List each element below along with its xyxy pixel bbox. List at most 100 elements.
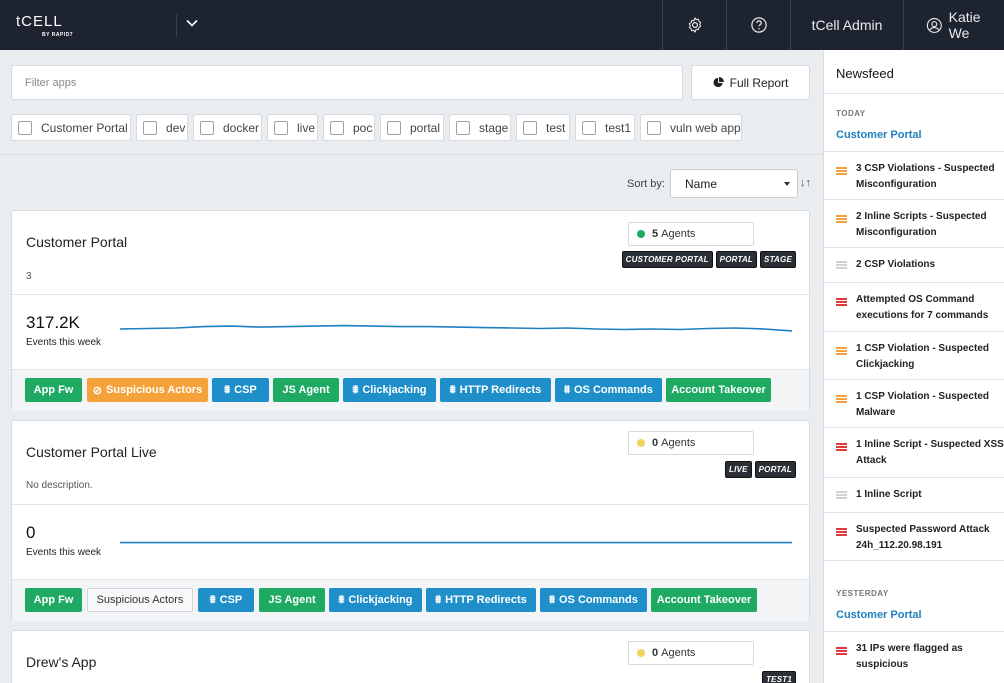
newsfeed-item[interactable]: 1 Inline Script - Suspected XSS Attack [824,427,1004,477]
newsfeed-app-link[interactable]: Customer Portal [836,609,922,621]
newsfeed-item[interactable]: Suspected Password Attack 24h_112.20.98.… [824,512,1004,560]
filter-apps-input[interactable]: Filter apps [11,65,683,100]
pulse-icon: ⩩ [549,593,555,606]
feature-clickjacking[interactable]: ⩩ Clickjacking [343,378,436,402]
feature-label: CSP [234,384,257,396]
checkbox[interactable] [18,120,32,135]
feature-js-agent[interactable]: JS Agent [259,588,325,612]
chip-test[interactable]: test [516,114,570,141]
app-tags: CUSTOMER PORTAL PORTAL STAGE [621,251,796,268]
checkbox[interactable] [143,120,157,135]
newsfeed-item[interactable]: 3 CSP Violations - Suspected Misconfigur… [824,151,1004,199]
app-card-customer-portal-live: Customer Portal Live No description. 0 A… [11,420,810,621]
feature-clickjacking[interactable]: ⩩ Clickjacking [329,588,422,612]
feature-csp[interactable]: ⩩ CSP [198,588,254,612]
newsfeed-item-text: Attempted OS Command executions for 7 co… [856,294,989,321]
feature-label: JS Agent [268,594,316,606]
tag-badge: STAGE [760,251,796,268]
sort-order-icon[interactable]: ↓↑ [800,177,811,189]
checkbox[interactable] [647,120,661,135]
account-menu[interactable]: tCell Admin [790,0,903,50]
chip-stage[interactable]: stage [449,114,511,141]
feature-http-redirects[interactable]: ⩩ HTTP Redirects [426,588,536,612]
app-name[interactable]: Customer Portal Live [26,444,157,460]
newsfeed-item-text: 2 CSP Violations [856,259,936,270]
feature-csp[interactable]: ⩩ CSP [212,378,269,402]
account-label: tCell Admin [811,17,883,33]
help-circle-icon [750,17,767,33]
feature-os-commands[interactable]: ⩩ OS Commands [540,588,647,612]
agents-label: Agents [661,647,696,659]
tcell-logo[interactable]: tCELL BY RAPID7 [16,14,76,40]
chip-live[interactable]: live [267,114,318,141]
app-name[interactable]: Drew's App [26,654,96,670]
checkbox[interactable] [387,120,401,135]
checkbox[interactable] [330,120,344,135]
checkbox[interactable] [582,120,596,135]
newsfeed-panel: Newsfeed TODAY Customer Portal 3 CSP Vio… [823,50,1004,683]
feature-account-takeover[interactable]: Account Takeover [651,588,757,612]
newsfeed-item-text: 3 CSP Violations - Suspected Misconfigur… [856,163,995,190]
checkbox[interactable] [456,120,470,135]
feature-http-redirects[interactable]: ⩩ HTTP Redirects [440,378,551,402]
user-circle-icon [926,17,942,33]
chip-label: poc [353,120,373,135]
feature-suspicious-actors[interactable]: Suspicious Actors [87,588,193,612]
newsfeed-app-link[interactable]: Customer Portal [836,129,922,141]
newsfeed-item[interactable]: 1 CSP Violation - Suspected Malware [824,379,1004,427]
severity-high-icon [836,298,847,306]
feature-bar: App Fw ⊘ Suspicious Actors ⩩ CSP JS Agent … [12,369,809,411]
newsfeed-item[interactable]: 2 Inline Scripts - Suspected Misconfigur… [824,199,1004,247]
app-description: No description. [26,480,93,491]
pulse-icon: ⩩ [564,383,570,396]
checkbox[interactable] [523,120,537,135]
newsfeed-item[interactable]: 2 CSP Violations [824,247,1004,282]
agents-badge[interactable]: 0 Agents [628,431,754,455]
feature-suspicious-actors[interactable]: ⊘ Suspicious Actors [87,378,208,402]
feature-account-takeover[interactable]: Account Takeover [666,378,771,402]
full-report-button[interactable]: Full Report [691,65,810,100]
severity-low-icon [836,491,847,499]
severity-medium-icon [836,215,847,223]
pulse-icon: ⩩ [449,383,456,396]
newsfeed-item-text: 2 Inline Scripts - Suspected Misconfigur… [856,211,987,238]
feature-app-fw[interactable]: App Fw [25,378,82,402]
feature-label: HTTP Redirects [445,594,527,606]
feature-label: Suspicious Actors [106,384,203,396]
help-button[interactable] [726,0,790,50]
app-switcher-dropdown[interactable] [176,14,206,36]
chip-label: live [297,120,316,135]
chip-portal[interactable]: portal [380,114,444,141]
agents-badge[interactable]: 0 Agents [628,641,754,665]
chip-poc[interactable]: poc [323,114,375,141]
newsfeed-item[interactable]: 31 IPs were flagged as suspicious [824,631,1004,681]
feature-os-commands[interactable]: ⩩ OS Commands [555,378,662,402]
chip-docker[interactable]: docker [193,114,262,141]
chip-label: vuln web app [670,120,741,135]
newsfeed-item[interactable]: Attempted OS Command executions for 7 co… [824,282,1004,331]
chip-label: dev [166,120,186,135]
feature-app-fw[interactable]: App Fw [25,588,82,612]
settings-button[interactable] [662,0,726,50]
severity-high-icon [836,528,847,536]
severity-medium-icon [836,347,847,355]
newsfeed-item[interactable]: 1 CSP Violation - Suspected Clickjacking [824,331,1004,379]
checkbox[interactable] [200,120,214,135]
checkbox[interactable] [274,120,288,135]
severity-low-icon [836,261,847,269]
events-sparkline [120,541,792,544]
chip-test1[interactable]: test1 [575,114,635,141]
newsfeed-item-text: 1 CSP Violation - Suspected Malware [856,391,989,418]
feature-label: Suspicious Actors [96,594,184,606]
pulse-icon: ⩩ [224,383,231,396]
chip-vuln-web-app[interactable]: vuln web app [640,114,742,141]
user-menu[interactable]: Katie We [903,0,1004,50]
feature-js-agent[interactable]: JS Agent [273,378,339,402]
chip-customer-portal[interactable]: Customer Portal [11,114,131,141]
agents-badge[interactable]: 5 Agents [628,222,754,246]
sort-select[interactable]: Name [670,169,798,198]
newsfeed-item[interactable]: 1 Inline Script [824,477,1004,512]
app-name[interactable]: Customer Portal [26,234,127,250]
chip-dev[interactable]: dev [136,114,188,141]
agents-count: 0 [652,647,659,659]
